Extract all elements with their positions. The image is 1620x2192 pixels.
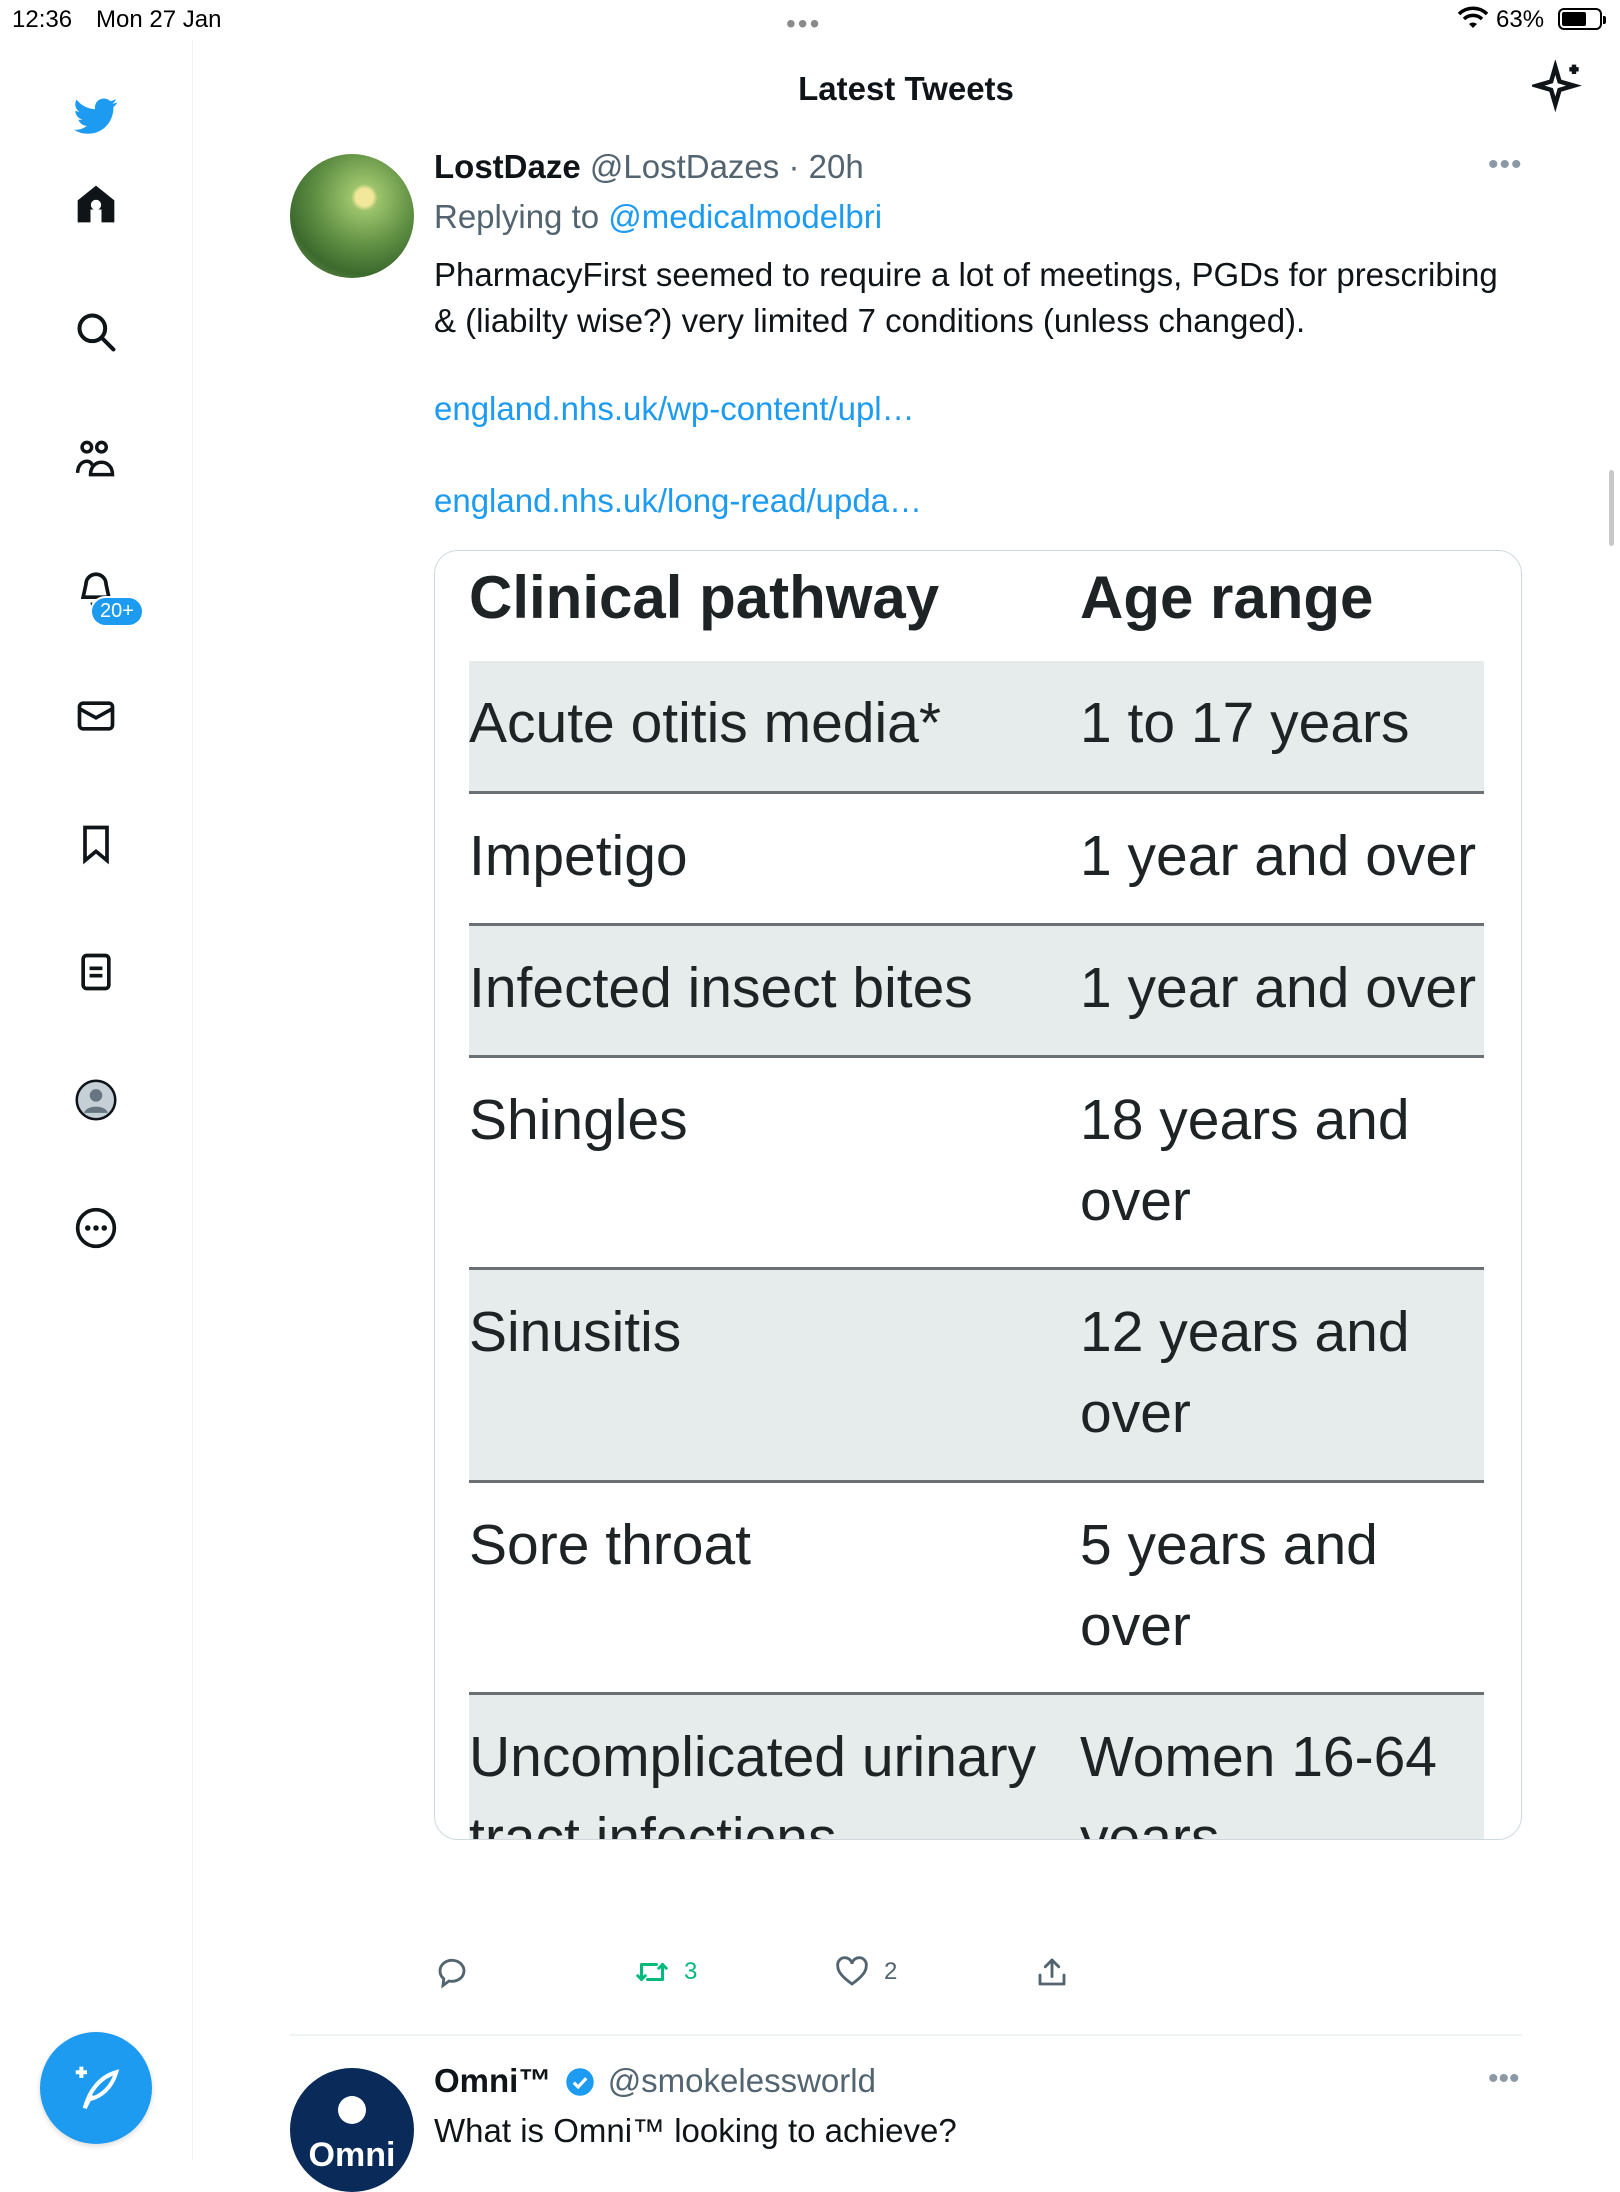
pathway-cell: Impetigo [469, 824, 688, 888]
lists-icon[interactable] [68, 944, 124, 1000]
reply-icon [438, 1958, 466, 1989]
compose-tweet-button[interactable] [40, 2032, 152, 2144]
replying-to: Replying to @medicalmodelbri [434, 198, 882, 236]
tweet-header: Omni™ @smokelessworld [434, 2062, 876, 2100]
reply-button[interactable] [434, 1954, 484, 1990]
profile-icon[interactable] [68, 1072, 124, 1128]
tweet-time[interactable]: 20h [809, 148, 864, 185]
tweet-text: PharmacyFirst seemed to require a lot of… [434, 256, 1498, 339]
user-handle[interactable]: @smokelessworld [608, 2062, 876, 2099]
age-cell: 1 year and over [1080, 956, 1477, 1020]
table-row: Impetigo 1 year and over [469, 794, 1484, 926]
retweet-count: 3 [684, 1958, 698, 1985]
table-row: Sinusitis 12 years and over [469, 1270, 1484, 1483]
age-cell: 1 year and over [1080, 824, 1477, 888]
compose-feather-icon [75, 2066, 120, 2110]
omni-logo-icon [338, 2096, 366, 2124]
tweet-divider [290, 2034, 1522, 2036]
timeline-header: Latest Tweets [192, 40, 1620, 140]
home-icon[interactable] [68, 176, 124, 232]
messages-icon[interactable] [68, 688, 124, 744]
column-header-pathway: Clinical pathway [469, 564, 940, 631]
multitasking-dots-icon[interactable]: ••• [786, 8, 821, 40]
communities-icon[interactable] [68, 432, 124, 488]
table-row: Sore throat 5 years and over [469, 1483, 1484, 1695]
replying-to-label: Replying to [434, 198, 600, 235]
tweet-link[interactable]: england.nhs.uk/wp-content/upl… [434, 390, 915, 428]
like-button[interactable]: 2 [834, 1954, 897, 1990]
battery-percent: 63% [1496, 6, 1545, 33]
pathway-cell: Acute otitis media* [469, 691, 942, 755]
scrollbar[interactable] [1609, 470, 1614, 546]
tweet-link[interactable]: england.nhs.uk/long-read/upda… [434, 482, 922, 520]
age-cell: 12 years and over [1080, 1300, 1410, 1445]
display-name[interactable]: Omni™ [434, 2062, 551, 2099]
table-row: Shingles 18 years and over [469, 1058, 1484, 1270]
battery-icon [1558, 8, 1606, 30]
tweet-actions: 3 2 [434, 1954, 1434, 2004]
display-name[interactable]: LostDaze [434, 148, 581, 185]
share-button[interactable] [1034, 1954, 1070, 1990]
status-date: Mon 27 Jan [96, 6, 222, 33]
pathway-cell: Infected insect bites [469, 956, 973, 1020]
verified-badge-icon [565, 2068, 594, 2096]
tweet-header: LostDaze @LostDazes · 20h [434, 148, 864, 185]
avatar[interactable]: Omni [290, 2068, 414, 2192]
column-header-age: Age range [1080, 564, 1374, 631]
like-count: 2 [884, 1958, 898, 1985]
twitter-logo-icon[interactable] [68, 88, 124, 144]
pathway-cell: Shingles [469, 1088, 688, 1152]
pathway-cell: Sinusitis [469, 1300, 682, 1364]
retweet-button[interactable]: 3 [634, 1954, 697, 1990]
age-cell: Women 16-64 years [1080, 1725, 1437, 1840]
user-handle[interactable]: @LostDazes [590, 148, 779, 185]
avatar-logo-text: Omni [308, 2136, 396, 2174]
table-row: Acute otitis media* 1 to 17 years [469, 661, 1484, 794]
status-bar: 12:36 Mon 27 Jan ••• 63% [0, 0, 1620, 40]
avatar[interactable] [290, 154, 414, 278]
tweet-more-icon[interactable]: ••• [1488, 148, 1523, 182]
pathway-cell: Sore throat [469, 1513, 751, 1577]
page-title: Latest Tweets [798, 70, 1014, 107]
table-row: Uncomplicated urinary tract infections W… [469, 1695, 1484, 1840]
age-cell: 18 years and over [1080, 1088, 1410, 1233]
search-icon[interactable] [68, 304, 124, 360]
share-icon [1038, 1958, 1066, 1986]
age-cell: 5 years and over [1080, 1513, 1378, 1658]
tweet-text: What is Omni™ looking to achieve? [434, 2112, 957, 2149]
table-row: Infected insect bites 1 year and over [469, 926, 1484, 1058]
sparkle-icon[interactable] [1532, 60, 1588, 116]
replying-to-handle[interactable]: @medicalmodelbri [608, 198, 882, 235]
bookmarks-icon[interactable] [68, 816, 124, 872]
table-header: Clinical pathway Age range [469, 551, 1484, 664]
more-icon[interactable] [68, 1200, 124, 1256]
sidebar: 20+ [0, 40, 193, 2160]
pathway-cell: Uncomplicated urinary tract infections [469, 1725, 1037, 1840]
wifi-icon [1458, 6, 1488, 28]
age-cell: 1 to 17 years [1080, 691, 1410, 755]
tweet-more-icon[interactable]: ••• [1488, 2062, 1520, 2096]
notifications-badge: 20+ [90, 596, 144, 627]
status-time: 12:36 [12, 6, 73, 33]
heart-icon [836, 1956, 868, 1986]
retweet-icon [636, 1963, 668, 1981]
tweet-image[interactable]: Clinical pathway Age range Acute otitis … [434, 550, 1522, 1840]
